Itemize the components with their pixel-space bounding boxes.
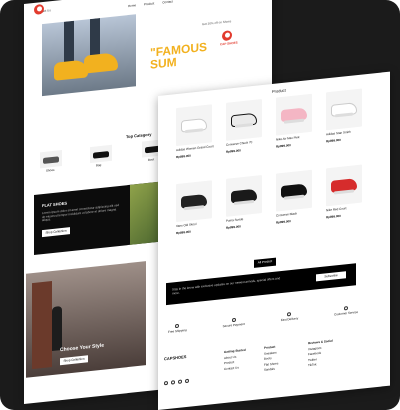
payment-icon	[231, 317, 236, 323]
product-name: Nike Red Court	[326, 206, 347, 213]
street-promo-button[interactable]: Shop Collection	[60, 355, 88, 366]
product-card[interactable]	[276, 93, 312, 136]
newsletter-text: Stay in the know with exclusive updates …	[172, 276, 281, 296]
product-price: Rp899.000	[276, 219, 291, 225]
category-label: Boot	[148, 157, 155, 162]
shipping-icon	[175, 323, 180, 329]
product-name: Converse Chuck 70	[226, 140, 253, 147]
footer-col-reviews-social: Reviews & Social Instagram Facebook Twit…	[308, 339, 333, 369]
footer-col-product: Product Sneakers Boots Flat Shoes Sandal…	[264, 345, 278, 373]
subscribe-button[interactable]: Subscribe	[316, 271, 346, 282]
product-card[interactable]	[226, 175, 262, 217]
facebook-icon[interactable]	[171, 380, 175, 385]
product-card[interactable]	[326, 164, 362, 207]
product-image	[281, 107, 307, 123]
category-shoe-icon	[93, 151, 109, 159]
top-category-title: Top Category	[126, 131, 152, 140]
twitter-icon[interactable]	[178, 379, 182, 384]
product-card[interactable]	[326, 88, 362, 131]
feature-item: Customer Service	[334, 305, 358, 326]
leg-left	[64, 20, 74, 66]
feature-item: Free Shipping	[168, 323, 187, 343]
product-card[interactable]	[276, 169, 312, 212]
product-image	[231, 112, 257, 128]
footer-link[interactable]: TikTok	[308, 362, 333, 368]
category-label: Bag	[96, 162, 102, 168]
hero-logo	[222, 30, 232, 42]
product-name: Puma Suede	[226, 217, 244, 223]
category-card[interactable]	[40, 150, 62, 169]
product-image	[181, 118, 207, 133]
product-name: Converse Black	[276, 211, 298, 218]
product-title: Product	[272, 87, 286, 95]
product-name: Adidas Women Grand Court	[176, 144, 214, 153]
product-page-right: Product Adidas Women Grand Court Rp899.0…	[158, 71, 390, 410]
person-figure	[52, 306, 62, 352]
hero-headline: "FAMOUS SUM	[150, 40, 207, 72]
product-price: Rp899.000	[176, 153, 191, 160]
brick-wall-left	[32, 281, 52, 370]
product-card[interactable]	[226, 99, 262, 141]
product-image	[331, 178, 357, 194]
product-image	[231, 188, 257, 204]
delivery-icon	[287, 311, 292, 317]
product-price: Rp899.000	[226, 148, 241, 154]
product-card[interactable]	[176, 180, 212, 223]
product-name: Nike Air Max Pink	[276, 135, 300, 142]
all-product-button[interactable]: All Product	[254, 257, 276, 268]
feature-label: Customer Service	[334, 309, 358, 317]
product-price: Rp899.000	[276, 143, 291, 149]
support-icon	[344, 306, 349, 311]
flat-shoes-button[interactable]: Shop Collection	[42, 227, 70, 238]
leg-right	[90, 18, 100, 60]
product-price: Rp899.000	[226, 224, 241, 230]
footer-link[interactable]: Contact Us	[224, 365, 246, 372]
footer-brand: CAPSHOES	[164, 354, 187, 362]
product-image	[281, 183, 307, 199]
product-price: Rp899.000	[326, 137, 341, 144]
newsletter-bar: Stay in the know with exclusive updates …	[166, 263, 356, 306]
footer-col-getting-started: Getting Started About Us Product Contact…	[224, 348, 246, 372]
street-promo-headline: Choose Your Style	[60, 342, 104, 354]
feature-label: Secure Payment	[222, 321, 245, 329]
feature-label: Free Shipping	[168, 327, 187, 334]
product-name: Adidas Stan Smith	[326, 129, 351, 137]
canvas: Contact Us Home Product Contact Get 30% …	[0, 0, 400, 410]
product-name: Vans Old Skool	[176, 221, 197, 229]
instagram-icon[interactable]	[164, 380, 168, 386]
feature-item: Secure Payment	[223, 317, 245, 337]
nav-product[interactable]: Product	[144, 1, 154, 7]
category-label: Shoes	[46, 167, 55, 173]
tiktok-icon[interactable]	[185, 378, 189, 384]
feature-label: Fast Delivery	[280, 316, 299, 323]
product-price: Rp899.000	[326, 213, 341, 220]
product-image	[181, 194, 207, 209]
footer-link[interactable]: Sandals	[264, 367, 278, 373]
hero-brand-tag: CAP SHOES	[220, 40, 238, 47]
main-nav: Home Product Contact	[128, 0, 173, 8]
product-card[interactable]	[176, 104, 212, 147]
nav-home[interactable]: Home	[128, 3, 136, 8]
yellow-shoe-left	[54, 59, 88, 81]
category-card[interactable]	[90, 144, 112, 164]
feature-item: Fast Delivery	[280, 311, 299, 331]
product-price: Rp899.000	[176, 229, 191, 236]
hero-image	[42, 14, 136, 97]
nav-contact[interactable]: Contact	[162, 0, 172, 5]
street-promo-image: Choose Your Style Shop Collection	[26, 261, 146, 378]
product-image	[331, 102, 357, 118]
dark-frame: Contact Us Home Product Contact Get 30% …	[0, 0, 400, 410]
social-icons	[164, 378, 189, 386]
yellow-shoe-right	[84, 52, 118, 74]
category-shoe-icon	[43, 156, 59, 165]
promo-text: Get 30% off on Shoes	[202, 19, 232, 27]
flat-shoes-title: FLAT SHOES	[42, 200, 68, 209]
features-row: Free Shipping Secure Payment Fast Delive…	[168, 305, 358, 343]
